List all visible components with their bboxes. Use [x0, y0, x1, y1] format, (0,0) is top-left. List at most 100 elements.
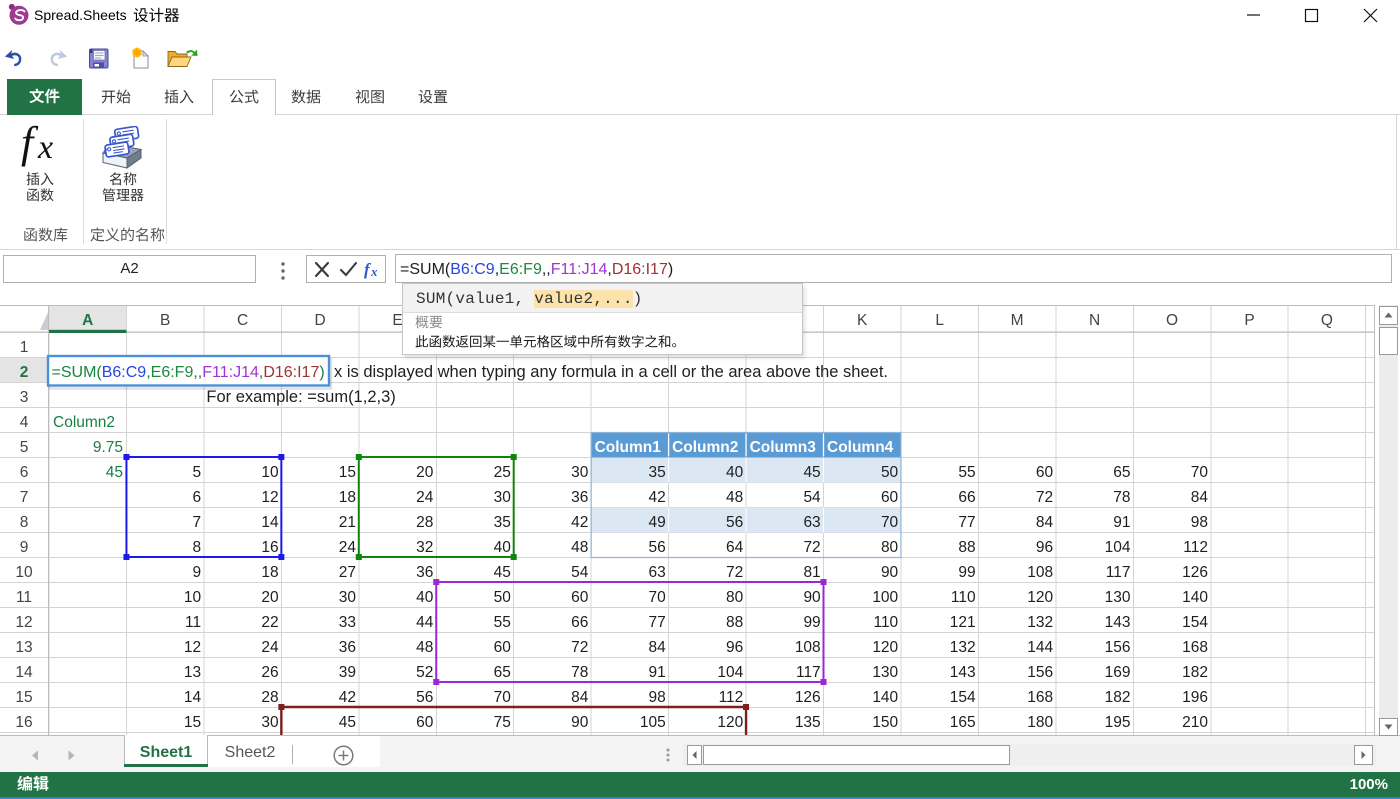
- svg-text:70: 70: [494, 689, 512, 706]
- svg-text:56: 56: [416, 689, 433, 706]
- svg-text:30: 30: [571, 464, 589, 481]
- svg-text:91: 91: [649, 664, 666, 681]
- svg-text:180: 180: [1027, 714, 1053, 731]
- svg-text:77: 77: [649, 614, 666, 631]
- svg-text:36: 36: [339, 639, 356, 656]
- svg-text:169: 169: [1105, 664, 1131, 681]
- svg-text:104: 104: [717, 664, 743, 681]
- svg-text:2: 2: [20, 364, 29, 381]
- svg-text:11: 11: [16, 589, 32, 606]
- svg-text:18: 18: [339, 489, 356, 506]
- svg-text:8: 8: [192, 539, 201, 556]
- svg-text:52: 52: [416, 664, 433, 681]
- svg-text:66: 66: [571, 614, 588, 631]
- svg-text:54: 54: [571, 564, 589, 581]
- svg-text:40: 40: [416, 589, 434, 606]
- svg-text:150: 150: [872, 714, 898, 731]
- svg-text:48: 48: [416, 639, 433, 656]
- svg-text:60: 60: [881, 489, 899, 506]
- svg-text:140: 140: [872, 689, 898, 706]
- svg-text:130: 130: [1105, 589, 1131, 606]
- svg-text:50: 50: [494, 589, 512, 606]
- svg-text:65: 65: [1113, 464, 1130, 481]
- svg-text:105: 105: [640, 714, 666, 731]
- svg-text:14: 14: [15, 664, 33, 681]
- svg-text:100: 100: [872, 589, 898, 606]
- svg-text:112: 112: [719, 689, 744, 706]
- svg-text:32: 32: [416, 539, 433, 556]
- svg-text:A: A: [82, 312, 93, 329]
- svg-text:28: 28: [261, 689, 278, 706]
- svg-text:60: 60: [416, 714, 434, 731]
- svg-text:56: 56: [649, 539, 666, 556]
- svg-text:45: 45: [106, 464, 123, 481]
- svg-text:42: 42: [339, 689, 356, 706]
- svg-text:70: 70: [1191, 464, 1209, 481]
- svg-text:156: 156: [1105, 639, 1131, 656]
- svg-text:78: 78: [1113, 489, 1130, 506]
- svg-text:108: 108: [1027, 564, 1053, 581]
- svg-text:120: 120: [1027, 589, 1053, 606]
- svg-text:35: 35: [494, 514, 511, 531]
- svg-text:C: C: [237, 312, 248, 329]
- svg-text:64: 64: [726, 539, 744, 556]
- svg-text:63: 63: [649, 564, 666, 581]
- svg-text:O: O: [1166, 312, 1178, 329]
- svg-text:9: 9: [192, 564, 201, 581]
- svg-text:P: P: [1244, 312, 1254, 329]
- svg-text:210: 210: [1182, 714, 1208, 731]
- svg-text:30: 30: [494, 489, 512, 506]
- svg-text:49: 49: [649, 514, 666, 531]
- svg-text:126: 126: [795, 689, 821, 706]
- svg-text:45: 45: [494, 564, 511, 581]
- svg-text:5: 5: [192, 464, 201, 481]
- svg-text:26: 26: [261, 664, 278, 681]
- svg-text:N: N: [1089, 312, 1100, 329]
- svg-text:156: 156: [1027, 664, 1053, 681]
- svg-text:154: 154: [950, 689, 976, 706]
- svg-text:117: 117: [796, 664, 821, 681]
- svg-text:39: 39: [339, 664, 356, 681]
- svg-text:27: 27: [339, 564, 356, 581]
- svg-text:12: 12: [261, 489, 278, 506]
- svg-text:36: 36: [571, 489, 588, 506]
- svg-text:24: 24: [416, 489, 434, 506]
- svg-text:104: 104: [1105, 539, 1131, 556]
- svg-text:15: 15: [15, 689, 32, 706]
- svg-text:60: 60: [494, 639, 512, 656]
- svg-text:6: 6: [20, 464, 29, 481]
- svg-text:40: 40: [494, 539, 512, 556]
- svg-text:66: 66: [958, 489, 975, 506]
- svg-text:7: 7: [192, 514, 201, 531]
- svg-text:135: 135: [795, 714, 821, 731]
- svg-text:14: 14: [261, 514, 279, 531]
- svg-text:30: 30: [339, 589, 357, 606]
- svg-text:11: 11: [185, 614, 201, 631]
- svg-text:20: 20: [261, 589, 279, 606]
- svg-text:117: 117: [1106, 564, 1131, 581]
- svg-text:Column4: Column4: [827, 439, 894, 456]
- svg-text:96: 96: [726, 639, 743, 656]
- svg-text:140: 140: [1182, 589, 1208, 606]
- svg-text:8: 8: [20, 514, 29, 531]
- svg-text:Q: Q: [1321, 312, 1333, 329]
- svg-text:96: 96: [1036, 539, 1053, 556]
- svg-text:84: 84: [1191, 489, 1209, 506]
- svg-text:108: 108: [795, 639, 821, 656]
- svg-text:35: 35: [649, 464, 666, 481]
- svg-text:99: 99: [803, 614, 820, 631]
- svg-text:77: 77: [958, 514, 975, 531]
- svg-text:Column2: Column2: [53, 414, 115, 431]
- svg-text:75: 75: [494, 714, 511, 731]
- svg-text:12: 12: [15, 614, 32, 631]
- svg-text:80: 80: [881, 539, 899, 556]
- svg-text:13: 13: [15, 639, 32, 656]
- svg-text:14: 14: [184, 689, 202, 706]
- svg-text:12: 12: [184, 639, 201, 656]
- svg-text:132: 132: [1027, 614, 1053, 631]
- svg-text:72: 72: [1036, 489, 1053, 506]
- svg-text:45: 45: [803, 464, 820, 481]
- svg-text:70: 70: [881, 514, 899, 531]
- svg-text:99: 99: [958, 564, 975, 581]
- svg-text:10: 10: [184, 589, 202, 606]
